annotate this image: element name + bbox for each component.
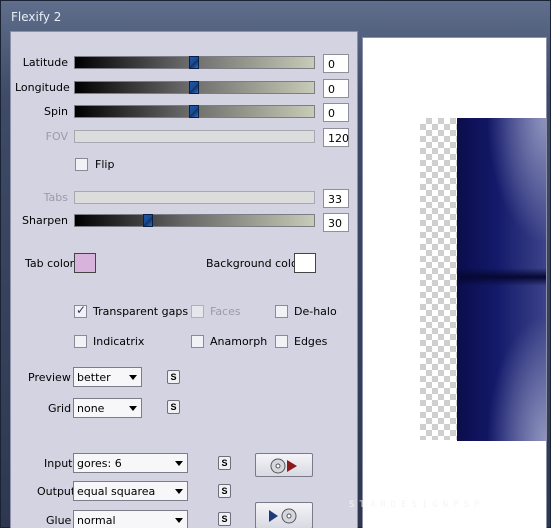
chevron-down-icon <box>129 375 137 380</box>
anamorph-checkbox[interactable] <box>191 335 204 348</box>
latitude-slider[interactable] <box>74 56 315 69</box>
input-label: Input <box>44 457 73 470</box>
grid-dropdown-value: none <box>77 402 105 415</box>
preview-image <box>457 118 546 441</box>
input-s-button[interactable]: S <box>218 456 231 470</box>
chevron-down-icon <box>175 489 183 494</box>
save-preset-button[interactable] <box>255 502 313 528</box>
tabs-label: Tabs <box>43 191 68 204</box>
faces-label: Faces <box>210 305 241 318</box>
sharpen-value[interactable]: 30 <box>323 213 349 232</box>
faces-checkbox[interactable] <box>191 305 204 318</box>
transparent-gaps-checkbox[interactable] <box>74 303 87 318</box>
glue-dropdown-value: normal <box>77 514 116 527</box>
latitude-label: Latitude <box>22 56 68 69</box>
watermark: STARDESIGNPSP <box>349 500 485 510</box>
window-title: Flexify 2 <box>11 10 62 24</box>
glue-dropdown[interactable]: normal <box>73 510 188 528</box>
longitude-slider-thumb[interactable] <box>189 81 199 94</box>
grid-s-button[interactable]: S <box>167 400 180 414</box>
spin-slider[interactable] <box>74 105 315 118</box>
spin-value[interactable]: 0 <box>323 103 349 122</box>
edges-checkbox[interactable] <box>275 335 288 348</box>
spin-label: Spin <box>44 105 68 118</box>
fov-value[interactable]: 120 <box>323 128 349 147</box>
disk-save-icon <box>269 508 297 524</box>
grid-dropdown[interactable]: none <box>73 398 142 418</box>
flexify-window: Flexify 2 Latitude 0 Longitude 0 Spin 0 … <box>0 0 551 528</box>
longitude-label: Longitude <box>15 81 70 94</box>
load-preset-button[interactable] <box>255 453 313 477</box>
output-label: Output <box>37 485 76 498</box>
de-halo-label: De-halo <box>294 305 337 318</box>
preview-label: Preview <box>28 371 71 384</box>
input-dropdown[interactable]: gores: 6 <box>73 453 188 473</box>
input-dropdown-value: gores: 6 <box>77 457 122 470</box>
flip-label: Flip <box>95 158 115 171</box>
preview-dropdown-value: better <box>77 371 111 384</box>
longitude-value[interactable]: 0 <box>323 79 349 98</box>
anamorph-label: Anamorph <box>210 335 268 348</box>
title-bar[interactable]: Flexify 2 <box>1 1 551 31</box>
chevron-down-icon <box>175 518 183 523</box>
indicatrix-checkbox[interactable] <box>74 335 87 348</box>
spin-slider-thumb[interactable] <box>189 105 199 118</box>
grid-label: Grid <box>48 402 72 415</box>
tabs-value[interactable]: 33 <box>323 189 349 208</box>
fov-slider[interactable] <box>74 130 315 143</box>
preview-dropdown[interactable]: better <box>73 367 142 387</box>
disk-load-icon <box>270 458 297 474</box>
longitude-slider[interactable] <box>74 81 315 94</box>
output-s-button[interactable]: S <box>218 484 231 498</box>
de-halo-checkbox[interactable] <box>275 305 288 318</box>
chevron-down-icon <box>129 406 137 411</box>
tabs-slider[interactable] <box>74 191 315 204</box>
edges-label: Edges <box>294 335 328 348</box>
output-dropdown-value: equal squarea <box>77 485 156 498</box>
sharpen-label: Sharpen <box>22 214 68 227</box>
latitude-value[interactable]: 0 <box>323 54 349 73</box>
preview-s-button[interactable]: S <box>167 370 180 384</box>
background-color-label: Background color <box>206 257 303 270</box>
output-dropdown[interactable]: equal squarea <box>73 481 188 501</box>
tab-color-swatch[interactable] <box>74 253 96 273</box>
transparent-gaps-label: Transparent gaps <box>93 305 189 318</box>
sharpen-slider-thumb[interactable] <box>143 214 153 227</box>
indicatrix-label: Indicatrix <box>93 335 145 348</box>
glue-label: Glue <box>46 514 72 527</box>
background-color-swatch[interactable] <box>294 253 316 273</box>
sharpen-slider[interactable] <box>74 214 315 227</box>
fov-label: FOV <box>45 130 68 143</box>
chevron-down-icon <box>175 461 183 466</box>
flip-checkbox[interactable] <box>75 158 88 171</box>
tab-color-label: Tab color <box>25 257 75 270</box>
latitude-slider-thumb[interactable] <box>189 56 199 69</box>
glue-s-button[interactable]: S <box>218 512 231 526</box>
transparency-checkerboard <box>420 118 458 440</box>
